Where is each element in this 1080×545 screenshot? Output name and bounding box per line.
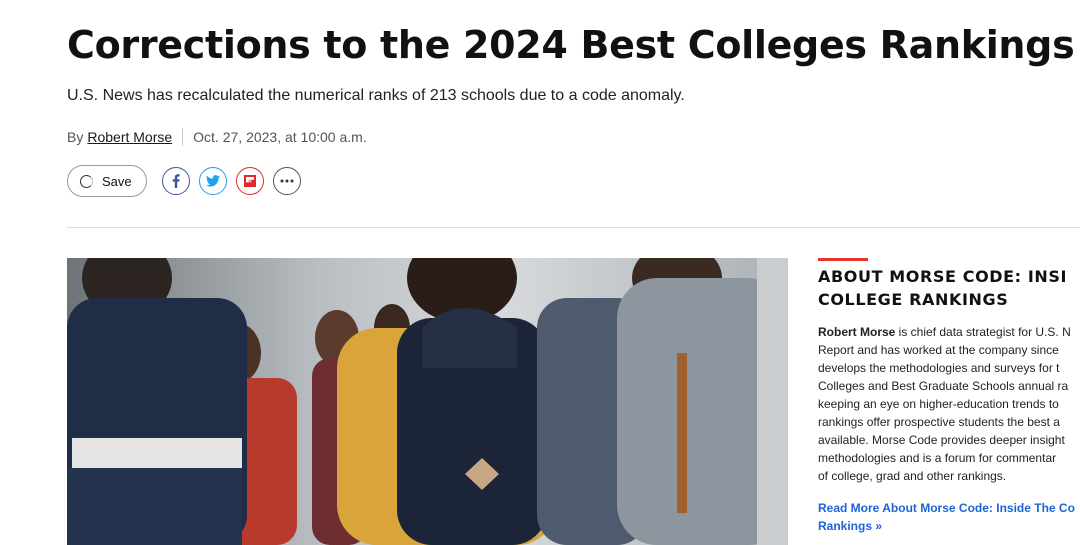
byline-prefix: By	[67, 129, 84, 145]
sidebar-title-line: ABOUT MORSE CODE: INSI	[818, 267, 1068, 286]
facebook-icon[interactable]	[161, 167, 190, 195]
article-headline: Corrections to the 2024 Best Colleges Ra…	[67, 23, 1075, 67]
sidebar-title: ABOUT MORSE CODE: INSI COLLEGE RANKINGS	[818, 265, 1080, 311]
bio-line: Robert Morse is chief data strategist fo…	[818, 323, 1080, 341]
save-button[interactable]: Save	[67, 165, 147, 197]
bio-line: keeping an eye on higher-education trend…	[818, 397, 1059, 411]
section-divider	[67, 227, 1080, 228]
save-label: Save	[102, 173, 132, 189]
bio-line: Report and has worked at the company sin…	[818, 343, 1059, 357]
sidebar-about: ABOUT MORSE CODE: INSI COLLEGE RANKINGS …	[818, 258, 1080, 535]
flipboard-icon[interactable]	[235, 167, 264, 195]
article-actions: Save	[67, 163, 310, 199]
bio-line: available. Morse Code provides deeper in…	[818, 433, 1065, 447]
hero-image	[67, 258, 788, 545]
save-icon	[80, 174, 93, 188]
read-more-line: Read More About Morse Code: Inside The C…	[818, 501, 1075, 515]
bio-line: methodologies and is a forum for comment…	[818, 451, 1057, 465]
twitter-icon[interactable]	[198, 167, 227, 195]
more-icon[interactable]	[272, 167, 301, 195]
bio-line: develops the methodologies and surveys f…	[818, 361, 1060, 375]
publish-date: Oct. 27, 2023, at 10:00 a.m.	[193, 129, 367, 145]
byline: By Robert Morse Oct. 27, 2023, at 10:00 …	[67, 127, 367, 147]
sidebar-bio: Robert Morse is chief data strategist fo…	[818, 323, 1080, 485]
author-link[interactable]: Robert Morse	[87, 129, 172, 145]
read-more-line: Rankings »	[818, 519, 883, 533]
sidebar-accent-bar	[818, 258, 868, 261]
byline-separator	[182, 128, 184, 146]
bio-name: Robert Morse	[818, 325, 896, 339]
bio-line-text: is chief data strategist for U.S. N	[895, 325, 1071, 339]
bio-line: rankings offer prospective students the …	[818, 415, 1060, 429]
read-more-link[interactable]: Read More About Morse Code: Inside The C…	[818, 499, 1080, 535]
article-subhead: U.S. News has recalculated the numerical…	[67, 87, 685, 104]
bio-line: Colleges and Best Graduate Schools annua…	[818, 379, 1069, 393]
share-bar	[161, 167, 310, 195]
bio-line: of college, grad and other rankings.	[818, 469, 1007, 483]
sidebar-title-line: COLLEGE RANKINGS	[818, 290, 1009, 309]
